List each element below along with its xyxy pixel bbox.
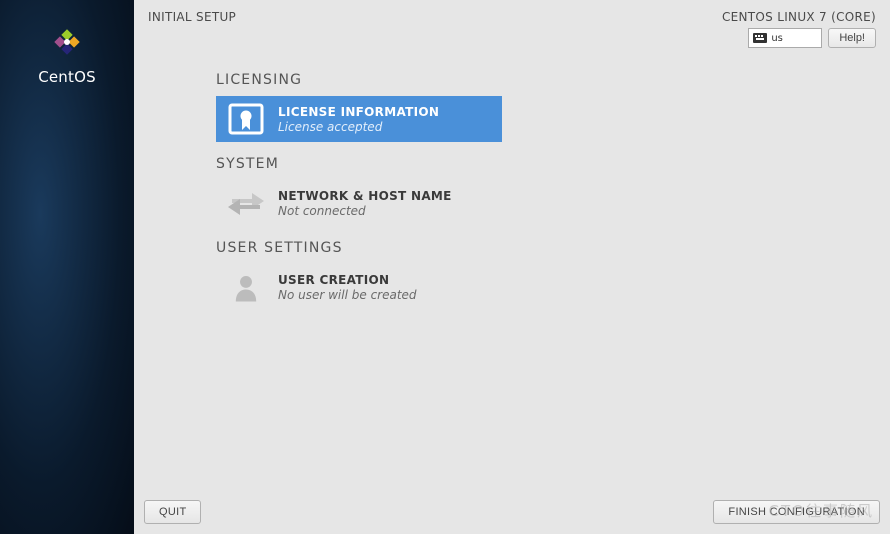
- footer: QUIT FINISH CONFIGURATION: [134, 492, 890, 534]
- sidebar-brand: CentOS: [38, 68, 96, 86]
- content-area: LICENSING LICENSE INFORMATION License ac…: [134, 48, 890, 492]
- network-icon: [226, 186, 266, 220]
- license-icon: [226, 102, 266, 136]
- section-heading-user-settings: USER SETTINGS: [216, 240, 890, 256]
- spoke-title: LICENSE INFORMATION: [278, 105, 439, 119]
- spoke-license-information[interactable]: LICENSE INFORMATION License accepted: [216, 96, 502, 142]
- spoke-status: License accepted: [278, 120, 439, 134]
- sidebar: CentOS: [0, 0, 134, 534]
- centos-logo-icon: [47, 22, 87, 62]
- spoke-status: Not connected: [278, 204, 452, 218]
- section-heading-system: SYSTEM: [216, 156, 890, 172]
- spoke-network-hostname[interactable]: NETWORK & HOST NAME Not connected: [216, 180, 502, 226]
- distro-label: CENTOS LINUX 7 (CORE): [722, 10, 876, 24]
- header: INITIAL SETUP CENTOS LINUX 7 (CORE) us H…: [134, 0, 890, 48]
- keyboard-layout-text: us: [771, 33, 783, 44]
- keyboard-layout-indicator[interactable]: us: [748, 28, 822, 48]
- spoke-status: No user will be created: [278, 288, 417, 302]
- quit-button[interactable]: QUIT: [144, 500, 201, 524]
- spoke-user-creation[interactable]: USER CREATION No user will be created: [216, 264, 502, 310]
- help-button[interactable]: Help!: [828, 28, 876, 48]
- section-heading-licensing: LICENSING: [216, 72, 890, 88]
- spoke-title: USER CREATION: [278, 273, 417, 287]
- page-title: INITIAL SETUP: [148, 10, 236, 24]
- finish-configuration-button[interactable]: FINISH CONFIGURATION: [713, 500, 880, 524]
- user-icon: [226, 270, 266, 304]
- main-panel: INITIAL SETUP CENTOS LINUX 7 (CORE) us H…: [134, 0, 890, 534]
- keyboard-icon: [753, 33, 767, 43]
- spoke-title: NETWORK & HOST NAME: [278, 189, 452, 203]
